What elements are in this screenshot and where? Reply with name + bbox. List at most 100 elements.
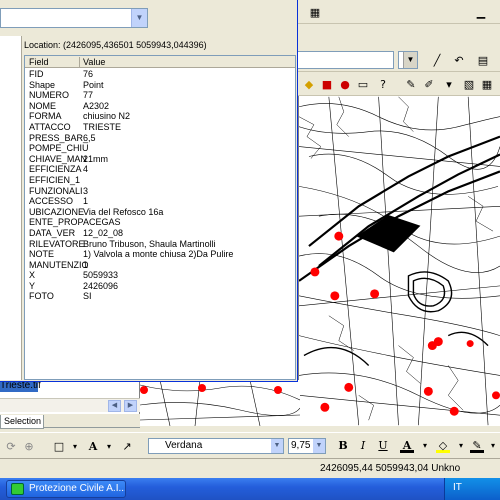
attribute-grid: Field Value FID 76 Shape Point NUMERO 77 NOME A… [24, 55, 296, 380]
attribute-field-value: 4 [83, 164, 89, 175]
attribute-row[interactable]: PRESS_BAR_ 6,5 [25, 133, 295, 144]
app-icon: ▦ [309, 6, 321, 19]
location-readout: Location: (2426095,436501 5059943,044396… [24, 40, 207, 50]
attribute-row[interactable]: DATA_VER 12_02_08 [25, 228, 295, 239]
font-color-dropdown-icon[interactable]: ▾ [418, 439, 432, 453]
hydrant-point[interactable] [320, 402, 330, 412]
identify-feature-tree[interactable] [0, 36, 22, 380]
attribute-field-value: Bruno Tribuson, Shaula Martinolli [83, 238, 216, 249]
language-indicator[interactable]: IT [453, 482, 462, 493]
attribute-row[interactable]: ACCESSO 1 [25, 196, 295, 207]
attribute-row[interactable]: ENTE_PROP ACEGAS [25, 217, 295, 228]
attribute-row[interactable]: POMPE_CHIU [25, 143, 295, 154]
attribute-row[interactable]: FORMA chiusino N2 [25, 111, 295, 122]
location-label: Location: [24, 40, 61, 50]
layout-icon[interactable]: ▤ [474, 51, 492, 69]
edit-vertices-icon[interactable]: ↗ [118, 437, 136, 455]
scroll-right-icon[interactable]: ▶ [124, 400, 137, 412]
hydrant-point[interactable] [492, 391, 500, 400]
map-canvas[interactable] [298, 96, 500, 426]
attribute-row[interactable]: NUMERO 77 [25, 90, 295, 101]
bold-button[interactable]: B [336, 439, 350, 453]
attribute-row[interactable]: FOTO SI [25, 291, 295, 302]
scroll-left-icon[interactable]: ◀ [108, 400, 121, 412]
line-color-icon[interactable]: ✎ [470, 439, 484, 453]
hydrant-point[interactable] [423, 386, 433, 396]
text-dropdown-icon[interactable]: ▾ [100, 437, 118, 455]
hydrant-point[interactable] [433, 337, 443, 347]
attribute-row[interactable]: Shape Point [25, 80, 295, 91]
toc-horizontal-scrollbar[interactable]: ◀ ▶ [0, 398, 140, 412]
chevron-down-icon[interactable]: ▼ [313, 439, 325, 453]
attribute-row[interactable]: RILEVATORE Bruno Tribuson, Shaula Martino… [25, 239, 295, 250]
hydrant-point[interactable] [330, 291, 340, 301]
chevron-down-icon[interactable]: ▼ [271, 439, 283, 453]
identify-layer-dropdown[interactable]: ▼ [0, 8, 148, 28]
hydrant-point[interactable] [449, 406, 459, 416]
tab-selection[interactable]: Selection [0, 415, 44, 429]
attribute-field-name: NOME [29, 100, 56, 111]
dropdown-icon[interactable]: ▾ [440, 75, 458, 93]
line-color-dropdown-icon[interactable]: ▾ [486, 439, 500, 453]
undo-icon[interactable]: ↶ [450, 51, 468, 69]
attribute-field-value: Via del Refosco 16a [83, 206, 164, 217]
hydrant-point[interactable] [334, 231, 344, 241]
attribute-field-value: ACEGAS [83, 217, 121, 228]
attribute-row[interactable]: NOME A2302 [25, 101, 295, 112]
target-combo[interactable] [294, 51, 394, 69]
rectangle-dropdown-icon[interactable]: ▾ [66, 437, 84, 455]
table-icon[interactable]: ▦ [478, 75, 496, 93]
attribute-field-name: NUMERO [29, 90, 69, 101]
status-coordinates: 2426095,44 5059943,04 Unkno [320, 463, 461, 474]
chevron-down-icon[interactable]: ▼ [131, 9, 147, 27]
attribute-row[interactable]: CHIAVE_MAN 21mm [25, 154, 295, 165]
header-field[interactable]: Field [29, 56, 49, 68]
attribute-row[interactable]: UBICAZIONE Via del Refosco 16a [25, 207, 295, 218]
attribute-row[interactable]: MANUTENZIO 1 [25, 260, 295, 271]
hydrant-point[interactable] [344, 382, 354, 392]
font-size-select[interactable]: 9,75 ▼ [288, 438, 326, 454]
attribute-row[interactable]: EFFICIEN_1 [25, 175, 295, 186]
attribute-row[interactable]: NOTE 1) Valvola a monte chiusa 2)Da Pulir… [25, 249, 295, 260]
fill-color-dropdown-icon[interactable]: ▾ [454, 439, 468, 453]
hydrant-point[interactable] [198, 384, 206, 392]
toc-tab-strip [44, 415, 140, 428]
attribute-row[interactable]: EFFICIENZA 4 [25, 164, 295, 175]
attributes-icon[interactable]: ▧ [460, 75, 478, 93]
edit-task-combo[interactable]: ▼ [398, 51, 418, 69]
map-canvas-lower[interactable] [140, 380, 300, 426]
hydrant-point[interactable] [466, 340, 474, 348]
font-name-select[interactable]: Verdana ▼ [148, 438, 284, 454]
attribute-row[interactable]: Y 2426096 [25, 281, 295, 292]
attribute-field-value: 77 [83, 90, 94, 101]
minimize-icon[interactable]: ▁ [472, 3, 490, 21]
underline-button[interactable]: U [376, 439, 390, 453]
attribute-row[interactable]: ATTACCO TRIESTE [25, 122, 295, 133]
model-icon[interactable]: ● [336, 75, 354, 93]
whats-this-icon[interactable]: ? [374, 75, 392, 93]
rotate-icon[interactable]: ⟳ [2, 437, 20, 455]
header-value[interactable]: Value [83, 56, 105, 68]
add-data-icon[interactable]: ◆ [300, 75, 318, 93]
hydrant-point[interactable] [370, 289, 380, 299]
zoom-page-icon[interactable]: ⊕ [20, 437, 38, 455]
taskbar-button-arcmap[interactable]: Protezione Civile A.I.... [6, 480, 126, 498]
italic-button[interactable]: I [356, 439, 370, 453]
attribute-row[interactable]: X 5059933 [25, 270, 295, 281]
sketch-icon[interactable]: ✐ [420, 75, 438, 93]
window-icon[interactable]: ▭ [354, 75, 372, 93]
attribute-field-name: POMPE_CHIU [29, 143, 89, 154]
hydrant-layer [310, 231, 500, 416]
font-color-icon[interactable]: A [400, 439, 414, 453]
fill-color-icon[interactable]: ◇ [436, 439, 450, 453]
sketch-tool-icon[interactable]: ╱ [428, 51, 446, 69]
attribute-row[interactable]: FUNZIONALI 3 [25, 186, 295, 197]
arctoolbox-icon[interactable]: ■ [318, 75, 336, 93]
edit-tool-icon[interactable]: ✎ [402, 75, 420, 93]
hydrant-point[interactable] [274, 386, 282, 394]
hydrant-point[interactable] [310, 267, 320, 277]
hydrant-point[interactable] [140, 386, 148, 394]
attribute-field-name: ENTE_PROP [29, 217, 84, 228]
tools-toolbar: ◆ ■ ● ▭ ? ✎ ✐ ▾ ▧ ▦ [298, 72, 500, 96]
attribute-row[interactable]: FID 76 [25, 69, 295, 80]
